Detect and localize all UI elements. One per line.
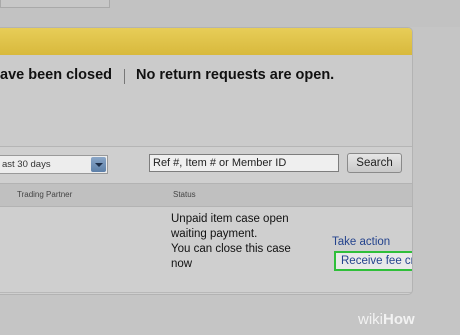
top-box [0, 0, 110, 8]
dropdown-arrow-icon[interactable] [91, 157, 106, 172]
top-bar [0, 0, 460, 27]
watermark-how: How [383, 311, 415, 328]
header-trading-partner: Trading Partner [17, 190, 73, 199]
divider [0, 146, 412, 147]
status-line: waiting payment. [171, 228, 258, 240]
cases-panel: ave been closed No return requests are o… [0, 27, 413, 295]
date-range-select[interactable]: ast 30 days [0, 155, 108, 174]
status-cell: Unpaid item case open waiting payment. Y… [171, 212, 321, 272]
watermark-wiki: wiki [358, 311, 383, 328]
open-returns-text: No return requests are open. [136, 67, 335, 83]
closed-cases-text: ave been closed [0, 67, 113, 83]
yellow-banner [0, 28, 412, 56]
text-divider [124, 69, 125, 84]
take-action-link[interactable]: Take action [332, 236, 390, 248]
row-divider [0, 292, 412, 293]
status-line: You can close this case [171, 243, 291, 255]
status-line: Unpaid item case open [171, 213, 289, 225]
date-range-value: ast 30 days [2, 159, 51, 170]
table-header: Trading Partner Status [0, 183, 412, 207]
status-line: now [171, 258, 193, 270]
receive-fee-credit-link[interactable]: Receive fee credit [341, 255, 412, 267]
header-status: Status [173, 190, 196, 199]
search-button[interactable]: Search [347, 153, 402, 173]
receive-fee-credit-highlight[interactable]: Receive fee credit [334, 251, 412, 271]
search-input[interactable] [149, 154, 339, 172]
wikihow-watermark: wikiHow [358, 311, 415, 328]
